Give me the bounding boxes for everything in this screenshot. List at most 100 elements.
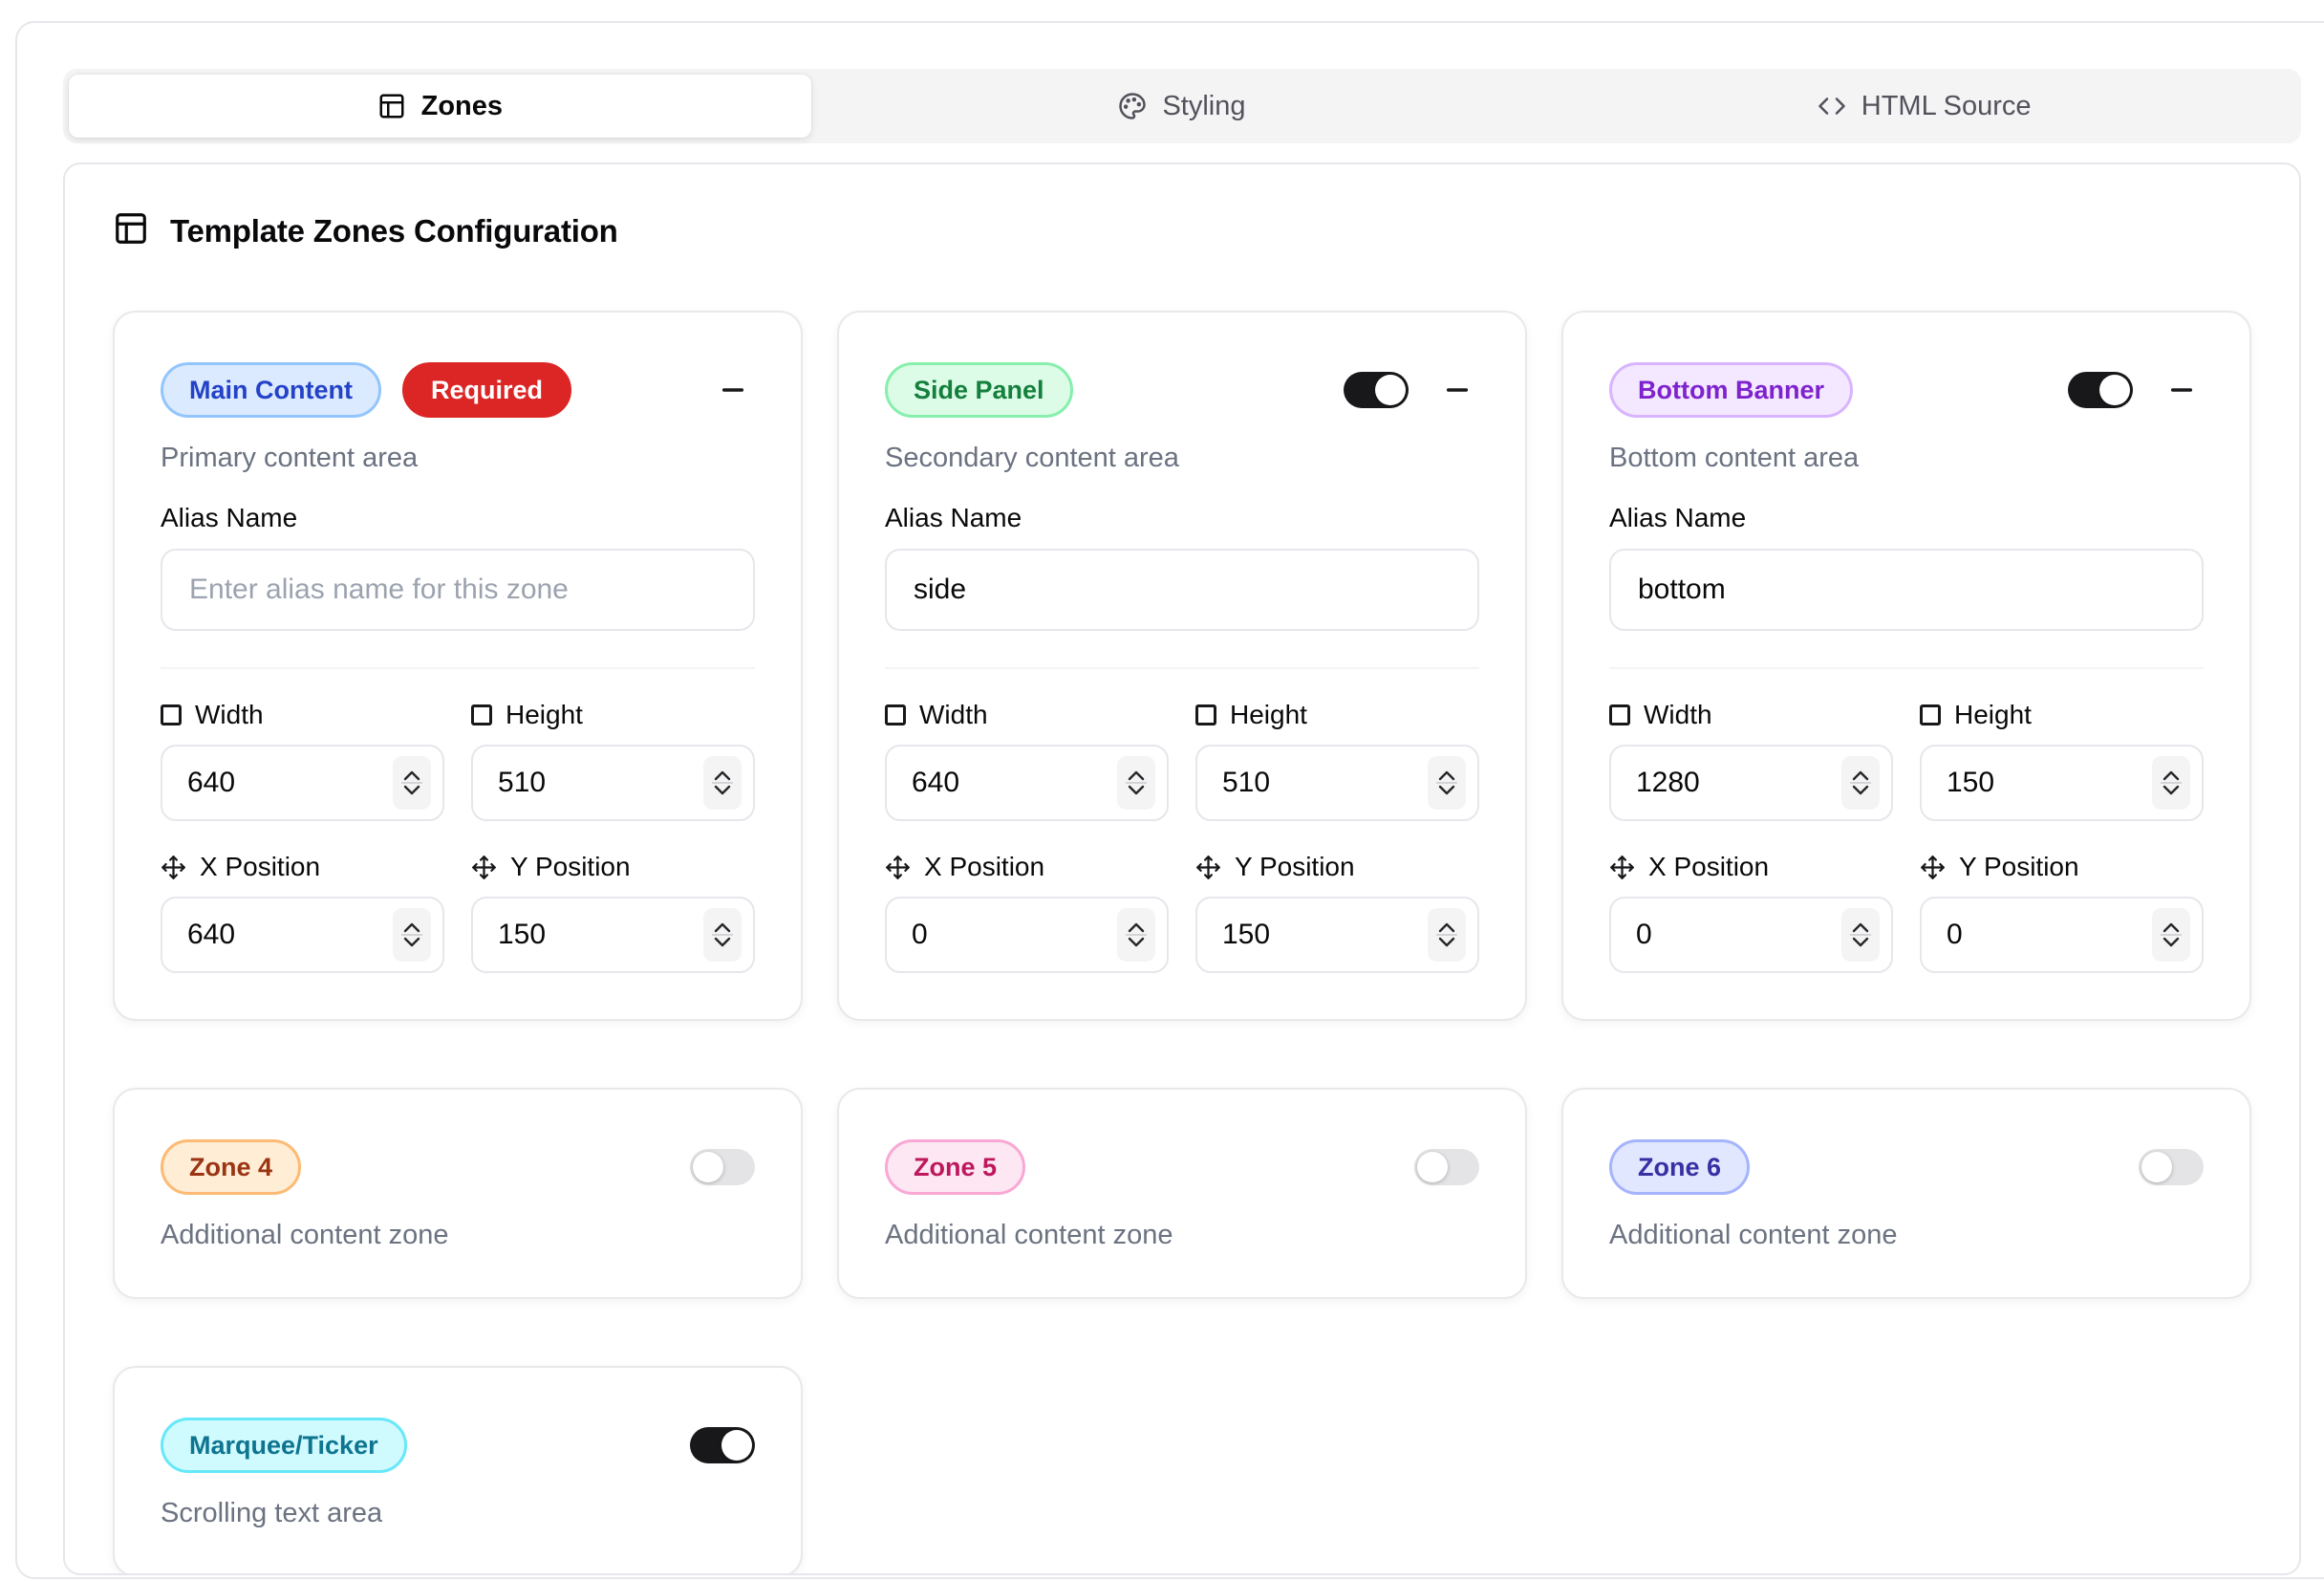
alias-input[interactable] [1609, 549, 2204, 631]
number-stepper[interactable] [703, 756, 742, 810]
app-frame: Zones Styling HTML Source Template Zones… [15, 21, 2324, 1579]
palette-icon [1118, 92, 1147, 120]
y-position-label: Y Position [510, 852, 631, 882]
number-stepper[interactable] [393, 908, 431, 962]
width-label-row: Width [1609, 700, 1893, 730]
toggle-knob [1375, 375, 1406, 405]
zone-enabled-toggle[interactable] [690, 1427, 755, 1463]
zone-card-zone-5: Zone 5 Additional content zone [837, 1088, 1527, 1299]
width-label: Width [919, 700, 988, 730]
dimension-fields: Width [161, 700, 755, 973]
move-icon [1195, 855, 1221, 880]
zone-description: Scrolling text area [161, 1498, 755, 1529]
height-field: Height [1920, 700, 2204, 821]
code-icon [1818, 92, 1846, 120]
zone-card-zone-4: Zone 4 Additional content zone [113, 1088, 803, 1299]
zone-enabled-toggle[interactable] [690, 1149, 755, 1185]
zone-description: Additional content zone [161, 1220, 755, 1251]
number-stepper[interactable] [2152, 908, 2190, 962]
zone-card-side-panel: Side Panel Secondary content area Alias … [837, 311, 1527, 1021]
height-label: Height [1954, 700, 2032, 730]
x-position-label-row: X Position [885, 852, 1169, 882]
zone-card-main-content: Main Content Required Primary content ar… [113, 311, 803, 1021]
panel-header: Template Zones Configuration [113, 210, 2251, 251]
dimension-fields: Width [1609, 700, 2204, 973]
collapse-zone-button[interactable] [2160, 368, 2204, 412]
move-icon [1920, 855, 1946, 880]
x-position-field: X Position [1609, 852, 1893, 973]
number-stepper[interactable] [1117, 908, 1155, 962]
zone-card-header: Zone 4 [161, 1139, 755, 1195]
zone-badge: Zone 5 [885, 1139, 1025, 1195]
alias-input[interactable] [161, 549, 755, 631]
height-label-row: Height [1920, 700, 2204, 730]
alias-input[interactable] [885, 549, 1479, 631]
number-stepper[interactable] [1841, 756, 1880, 810]
x-position-label: X Position [924, 852, 1044, 882]
square-icon [1195, 704, 1216, 726]
zone-enabled-toggle[interactable] [2139, 1149, 2204, 1185]
zone-enabled-toggle[interactable] [2068, 372, 2133, 408]
number-stepper[interactable] [1428, 908, 1466, 962]
number-stepper[interactable] [2152, 756, 2190, 810]
tab-html-source[interactable]: HTML Source [1553, 75, 2295, 138]
square-icon [161, 704, 182, 726]
height-label: Height [1230, 700, 1307, 730]
tab-label: HTML Source [1861, 91, 2032, 122]
width-field: Width [161, 700, 444, 821]
zone-badge: Zone 4 [161, 1139, 301, 1195]
toggle-knob [2141, 1152, 2172, 1182]
square-icon [885, 704, 906, 726]
zone-enabled-toggle[interactable] [1414, 1149, 1479, 1185]
tab-styling[interactable]: Styling [811, 75, 1554, 138]
panel-title: Template Zones Configuration [170, 213, 618, 249]
tab-label: Styling [1162, 91, 1245, 122]
square-icon [471, 704, 492, 726]
zones-grid: Main Content Required Primary content ar… [113, 311, 2251, 1575]
divider [1609, 667, 2204, 669]
y-position-label-row: Y Position [471, 852, 755, 882]
zone-description: Bottom content area [1609, 443, 2204, 474]
tab-zones[interactable]: Zones [69, 75, 811, 138]
tab-bar: Zones Styling HTML Source [63, 69, 2301, 143]
number-stepper[interactable] [393, 756, 431, 810]
divider [885, 667, 1479, 669]
panels-layout-icon [377, 92, 406, 120]
width-label-row: Width [161, 700, 444, 730]
height-field: Height [471, 700, 755, 821]
number-stepper[interactable] [703, 908, 742, 962]
y-position-label-row: Y Position [1195, 852, 1479, 882]
zone-card-header: Marquee/Ticker [161, 1418, 755, 1473]
move-icon [1609, 855, 1635, 880]
number-stepper[interactable] [1841, 908, 1880, 962]
zone-badge: Marquee/Ticker [161, 1418, 407, 1473]
x-position-label: X Position [200, 852, 320, 882]
zone-card-header: Bottom Banner [1609, 362, 2204, 418]
width-field: Width [885, 700, 1169, 821]
toggle-knob [693, 1152, 723, 1182]
zone-enabled-toggle[interactable] [1344, 372, 1409, 408]
zone-badge: Zone 6 [1609, 1139, 1750, 1195]
y-position-field: Y Position [1195, 852, 1479, 973]
height-label: Height [506, 700, 583, 730]
number-stepper[interactable] [1428, 756, 1466, 810]
width-label-row: Width [885, 700, 1169, 730]
number-stepper[interactable] [1117, 756, 1155, 810]
template-zones-panel: Template Zones Configuration Main Conten… [63, 162, 2301, 1575]
collapse-zone-button[interactable] [711, 368, 755, 412]
dimension-fields: Width [885, 700, 1479, 973]
width-label: Width [195, 700, 264, 730]
collapse-zone-button[interactable] [1435, 368, 1479, 412]
zone-card-header: Zone 5 [885, 1139, 1479, 1195]
divider [161, 667, 755, 669]
alias-name-label: Alias Name [161, 503, 755, 533]
zone-card-header: Zone 6 [1609, 1139, 2204, 1195]
height-field: Height [1195, 700, 1479, 821]
move-icon [161, 855, 186, 880]
toggle-knob [2099, 375, 2130, 405]
height-label-row: Height [471, 700, 755, 730]
zone-description: Secondary content area [885, 443, 1479, 474]
zone-card-marquee-ticker: Marquee/Ticker Scrolling text area [113, 1366, 803, 1575]
zone-card-header: Side Panel [885, 362, 1479, 418]
y-position-label: Y Position [1959, 852, 2079, 882]
